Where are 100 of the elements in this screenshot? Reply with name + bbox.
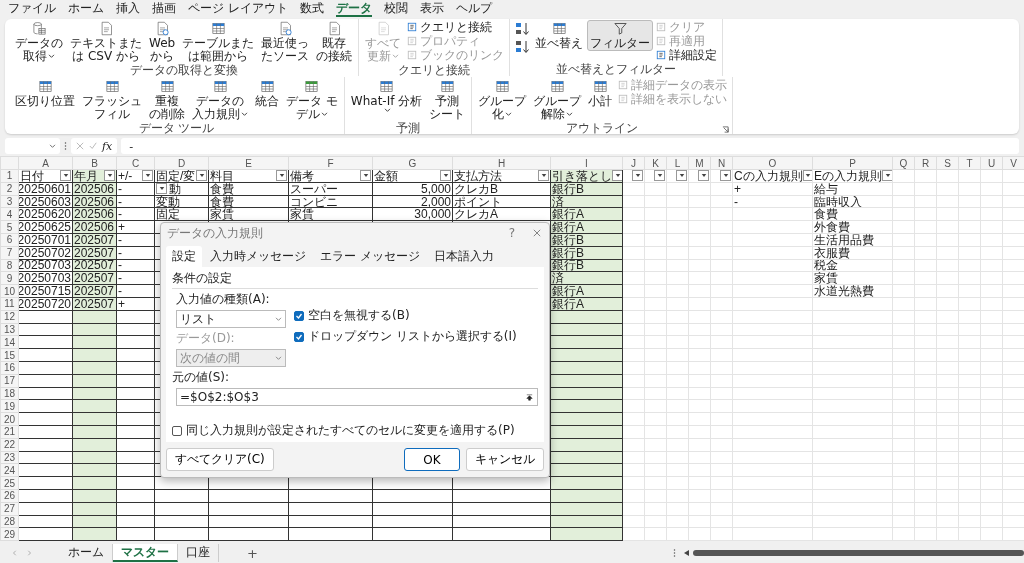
menu-tab[interactable]: 校閲	[383, 1, 408, 17]
filter-button[interactable]	[440, 170, 451, 182]
ribbon-button[interactable]: データ モ デル	[283, 78, 341, 122]
column-header[interactable]: T	[958, 156, 981, 170]
source-field[interactable]: =$O$2:$O$3	[176, 388, 538, 406]
scrollbar-drawing[interactable]	[684, 549, 1024, 557]
column-header[interactable]: R	[914, 156, 937, 170]
filter-button[interactable]	[676, 170, 687, 182]
filter-button[interactable]	[882, 170, 892, 182]
dialog-tab[interactable]: エラー メッセージ	[314, 246, 426, 267]
table-cell: -	[118, 234, 122, 246]
filter-button[interactable]	[802, 170, 812, 182]
column-header[interactable]: I	[550, 156, 623, 170]
more-icon[interactable]	[673, 548, 676, 558]
small-icon	[656, 36, 667, 46]
column-header[interactable]: K	[644, 156, 667, 170]
check-icon[interactable]	[89, 142, 97, 150]
menu-tab[interactable]: 数式	[299, 1, 324, 17]
sort-descending-button[interactable]	[513, 38, 532, 56]
column-header[interactable]: U	[980, 156, 1003, 170]
column-header[interactable]: F	[288, 156, 373, 170]
ribbon-button[interactable]: 重複 の削除	[146, 78, 188, 122]
column-header[interactable]: G	[372, 156, 453, 170]
ribbon-button[interactable]: フラッシュ フィル	[79, 78, 145, 122]
launcher-icon[interactable]	[722, 126, 730, 133]
checkbox[interactable]	[294, 310, 304, 321]
sheet-tab[interactable]: 口座	[178, 544, 219, 562]
dialog-tab[interactable]: 入力時メッセージ	[204, 246, 312, 267]
ribbon-button[interactable]: データの 入力規則	[189, 78, 251, 122]
checkbox[interactable]	[294, 331, 304, 342]
ribbon-button[interactable]: 既存 の接続	[313, 20, 356, 64]
table-cell: -	[118, 246, 122, 259]
menu-tab[interactable]: データ	[335, 1, 372, 17]
dialog-tab[interactable]: 設定	[166, 246, 202, 267]
close-icon[interactable]	[533, 229, 541, 237]
checkbox[interactable]	[172, 425, 182, 436]
filter-button[interactable]	[360, 170, 371, 182]
table-cell: 銀行A	[552, 221, 584, 233]
ribbon-button[interactable]: テキストまた は CSV から	[67, 20, 145, 64]
column-header[interactable]: L	[666, 156, 689, 170]
ribbon-button[interactable]: クエリと接続	[405, 20, 507, 34]
collapse-icon[interactable]	[525, 392, 534, 402]
ribbon-button[interactable]: 最近使っ たソース	[258, 20, 313, 64]
menu-tab[interactable]: ヘルプ	[455, 1, 492, 17]
column-header[interactable]: D	[154, 156, 209, 170]
filter-button[interactable]	[60, 170, 71, 182]
help-button[interactable]: ?	[508, 226, 515, 240]
column-header[interactable]: S	[936, 156, 959, 170]
ribbon-button[interactable]: グループ 解除	[530, 78, 585, 122]
filter-button[interactable]	[612, 170, 622, 182]
dropdown-button[interactable]	[156, 183, 167, 195]
filter-button[interactable]	[196, 170, 207, 182]
add-sheet-button[interactable]: +	[247, 545, 258, 561]
ribbon-button[interactable]: What-If 分析	[347, 78, 426, 114]
filter-button[interactable]	[698, 170, 709, 182]
menu-tab[interactable]: 表示	[419, 1, 444, 17]
filter-button[interactable]	[720, 170, 731, 182]
column-header[interactable]: V	[1002, 156, 1024, 170]
type-dropdown[interactable]: リスト	[176, 310, 286, 328]
filter-button[interactable]	[142, 170, 153, 182]
dialog-tab[interactable]: 日本語入力	[427, 246, 500, 267]
column-header[interactable]: M	[688, 156, 711, 170]
ribbon-button[interactable]: グループ 化	[475, 78, 530, 122]
column-header[interactable]: Q	[892, 156, 915, 170]
ribbon-button[interactable]: 予測 シート	[426, 78, 469, 122]
ribbon-button[interactable]: 小計	[585, 78, 616, 109]
column-header[interactable]: A	[18, 156, 73, 170]
dialog-button[interactable]: OK	[404, 448, 460, 471]
column-header[interactable]: P	[812, 156, 893, 170]
column-header[interactable]: C	[116, 156, 155, 170]
ribbon-button[interactable]: 区切り位置	[12, 78, 78, 109]
column-header[interactable]: N	[710, 156, 733, 170]
sheet-tab[interactable]: マスター	[113, 544, 178, 562]
menu-tab[interactable]: 描画	[152, 1, 176, 17]
column-header[interactable]: H	[452, 156, 551, 170]
dialog-button[interactable]: キャンセル	[466, 448, 544, 471]
menu-tab[interactable]: ホーム	[68, 1, 104, 17]
filter-button[interactable]	[538, 170, 549, 182]
ribbon-button[interactable]: Web から	[146, 20, 179, 64]
ribbon-button[interactable]: データの 取得	[12, 20, 66, 64]
filter-button[interactable]	[632, 170, 643, 182]
ribbon-button[interactable]: フィルター	[587, 20, 654, 51]
dialog-button[interactable]: すべてクリア(C)	[166, 448, 274, 471]
ribbon-button[interactable]: 統合	[252, 78, 282, 109]
column-header[interactable]: O	[732, 156, 813, 170]
filter-button[interactable]	[104, 170, 115, 182]
column-header[interactable]: E	[208, 156, 289, 170]
ribbon-button[interactable]: 詳細設定	[654, 48, 720, 62]
column-header[interactable]: B	[72, 156, 117, 170]
filter-button[interactable]	[654, 170, 665, 182]
menu-tab[interactable]: ファイル	[8, 1, 56, 17]
ribbon-button[interactable]: 並べ替え	[532, 20, 587, 51]
formula-field[interactable]: -	[121, 138, 1019, 154]
column-header[interactable]: J	[622, 156, 645, 170]
menu-tab[interactable]: ページ レイアウト	[188, 1, 288, 17]
ribbon-button[interactable]: テーブルまた は範囲から	[179, 20, 258, 64]
filter-button[interactable]	[276, 170, 287, 182]
more-icon[interactable]	[64, 141, 67, 151]
menu-tab[interactable]: 挿入	[116, 1, 140, 17]
sort-ascending-button[interactable]	[513, 20, 532, 38]
